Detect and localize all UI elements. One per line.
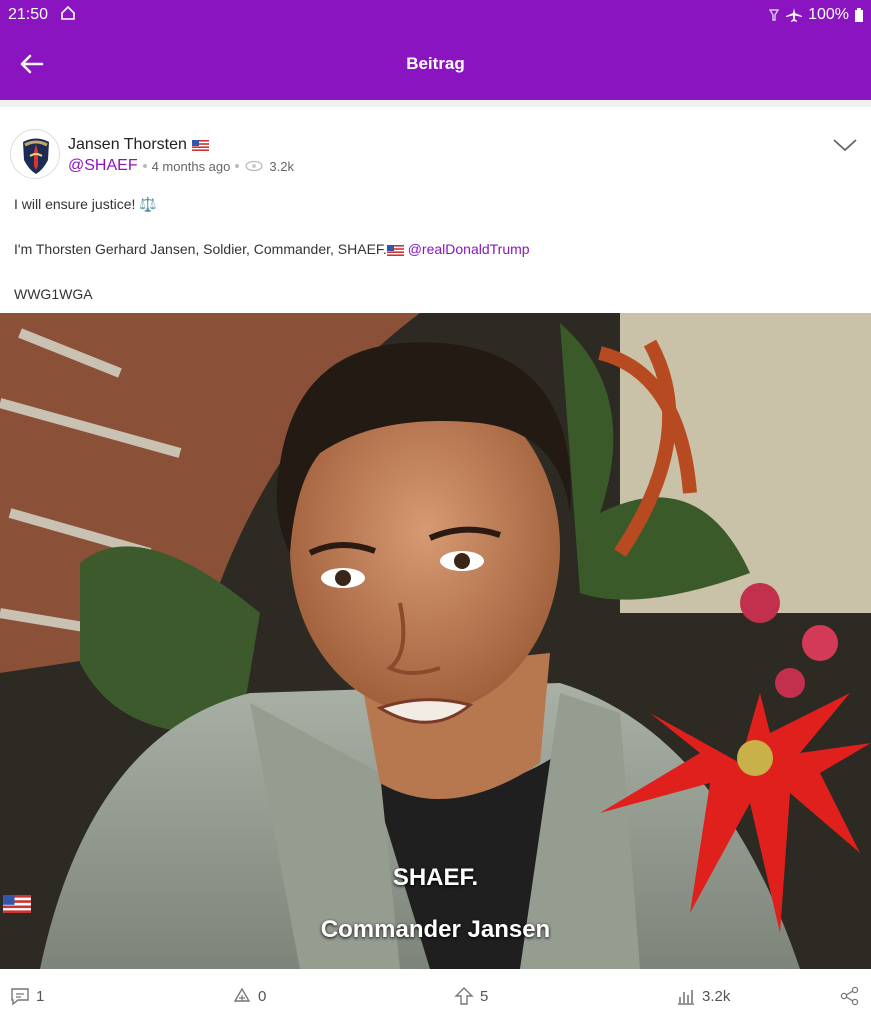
airplane-icon [786, 8, 803, 22]
status-bar: 21:50 100% [0, 0, 871, 30]
share-icon [840, 986, 859, 1006]
us-flag-icon [191, 139, 209, 151]
repost-count: 0 [258, 987, 267, 1005]
chevron-down-icon[interactable] [832, 137, 858, 153]
comment-icon [11, 988, 29, 1006]
bar-chart-icon [678, 990, 694, 1005]
status-time: 21:50 [8, 6, 49, 23]
post-image[interactable]: SHAEF. Commander Jansen [0, 313, 871, 969]
comment-count: 1 [36, 987, 45, 1005]
status-indicators: 100% [768, 6, 863, 24]
home-outline-icon [61, 5, 75, 20]
page-title: Beitrag [406, 54, 465, 73]
battery-percent: 100% [808, 6, 849, 23]
post-card: Jansen Thorsten @SHAEF 4 months ago 3.2k… [0, 107, 871, 313]
share-button[interactable] [840, 986, 860, 1006]
caption-line-1: SHAEF. [0, 861, 871, 913]
shaef-shield-icon [23, 138, 49, 174]
post-line-2: I'm Thorsten Gerhard Jansen, Soldier, Co… [14, 238, 530, 260]
avatar[interactable] [10, 129, 60, 179]
eye-icon [245, 160, 264, 172]
author-name[interactable]: Jansen Thorsten [68, 136, 209, 154]
separator-dot [235, 164, 240, 168]
repost-button[interactable]: 0 [232, 986, 266, 1006]
wifi-off-icon [768, 9, 780, 21]
post-age: 4 months ago [151, 158, 231, 174]
battery-icon [855, 8, 863, 22]
upvote-arrow-icon [454, 987, 474, 1005]
image-caption: SHAEF. Commander Jansen [0, 861, 871, 947]
post-meta: @SHAEF 4 months ago 3.2k [68, 157, 294, 175]
mention-link[interactable]: @realDonaldTrump [408, 241, 530, 257]
post-line-3: WWG1WGA [14, 286, 93, 302]
repost-icon [233, 987, 251, 1002]
us-flag-icon [386, 244, 404, 256]
caption-text-1: SHAEF. [392, 864, 479, 891]
post-line-1: I will ensure justice! ⚖️ [14, 196, 157, 212]
us-flag-icon [3, 895, 31, 913]
views-stat: 3.2k [676, 986, 730, 1006]
app-bar: Beitrag [0, 30, 871, 100]
post-actions: 1 0 5 3.2k [0, 969, 871, 1023]
view-count: 3.2k [269, 158, 294, 174]
author-handle[interactable]: @SHAEF [68, 157, 138, 175]
upvote-count: 5 [480, 987, 489, 1005]
author-name-text: Jansen Thorsten [68, 136, 187, 153]
views-count: 3.2k [702, 987, 731, 1005]
comment-button[interactable]: 1 [10, 986, 44, 1006]
upvote-button[interactable]: 5 [454, 986, 488, 1006]
caption-line-2: Commander Jansen [320, 916, 551, 943]
post-line-2-text: I'm Thorsten Gerhard Jansen, Soldier, Co… [14, 241, 387, 257]
post-body: I will ensure justice! ⚖️ I'm Thorsten G… [14, 193, 530, 328]
separator-dot [142, 164, 147, 168]
